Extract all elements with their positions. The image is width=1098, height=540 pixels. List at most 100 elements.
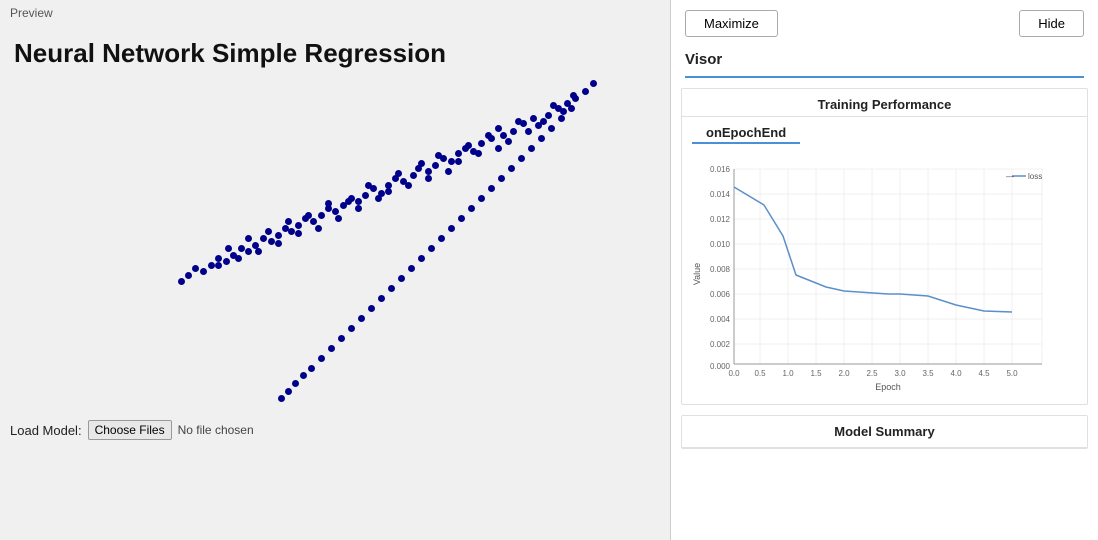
model-summary-section: Model Summary — [681, 415, 1088, 449]
scatter-dot — [548, 125, 555, 132]
scatter-dot — [185, 272, 192, 279]
scatter-dot — [255, 248, 262, 255]
scatter-dot — [498, 175, 505, 182]
scatter-dot — [415, 165, 422, 172]
svg-text:0.008: 0.008 — [710, 265, 731, 274]
scatter-dot — [535, 122, 542, 129]
scatter-dot — [475, 150, 482, 157]
scatter-dot — [505, 138, 512, 145]
scatter-dot — [590, 80, 597, 87]
scatter-dot — [332, 208, 339, 215]
scatter-dot — [395, 170, 402, 177]
svg-text:5.0: 5.0 — [1006, 369, 1018, 378]
svg-text:1.0: 1.0 — [782, 369, 794, 378]
scatter-dot — [408, 265, 415, 272]
scatter-dot — [568, 105, 575, 112]
scatter-dot — [318, 355, 325, 362]
scatter-dot — [385, 188, 392, 195]
maximize-button[interactable]: Maximize — [685, 10, 778, 37]
scatter-dot — [488, 185, 495, 192]
scatter-dot — [295, 230, 302, 237]
hide-button[interactable]: Hide — [1019, 10, 1084, 37]
scatter-dot — [348, 325, 355, 332]
preview-label: Preview — [10, 6, 53, 20]
scatter-dot — [478, 195, 485, 202]
scatter-dot — [238, 245, 245, 252]
scatter-dot — [545, 112, 552, 119]
svg-text:0.006: 0.006 — [710, 290, 731, 299]
scatter-dot — [550, 102, 557, 109]
scatter-dot — [278, 395, 285, 402]
scatter-dot — [275, 240, 282, 247]
scatter-dot — [508, 165, 515, 172]
svg-text:0.002: 0.002 — [710, 340, 731, 349]
scatter-dot — [245, 248, 252, 255]
scatter-dot — [355, 205, 362, 212]
scatter-dot — [362, 192, 369, 199]
svg-text:3.0: 3.0 — [894, 369, 906, 378]
scatter-dot — [365, 182, 372, 189]
svg-text:4.5: 4.5 — [978, 369, 990, 378]
scatter-dot — [405, 182, 412, 189]
scatter-dot — [178, 278, 185, 285]
scatter-dot — [315, 225, 322, 232]
svg-text:3.5: 3.5 — [922, 369, 934, 378]
scatter-dot — [432, 162, 439, 169]
scatter-dot — [455, 158, 462, 165]
chart-container: 0.000 0.002 0.004 0.006 0.008 0.010 0.01… — [682, 150, 1087, 404]
scatter-dot — [448, 158, 455, 165]
scatter-dot — [515, 118, 522, 125]
scatter-dot — [528, 145, 535, 152]
scatter-dot — [300, 372, 307, 379]
scatter-dot — [560, 108, 567, 115]
scatter-dot — [428, 245, 435, 252]
model-summary-title: Model Summary — [682, 416, 1087, 448]
scatter-dot — [458, 215, 465, 222]
training-chart: 0.000 0.002 0.004 0.006 0.008 0.010 0.01… — [692, 154, 1062, 394]
svg-text:0.5: 0.5 — [754, 369, 766, 378]
scatter-dot — [288, 228, 295, 235]
scatter-dot — [305, 212, 312, 219]
scatter-dot — [282, 225, 289, 232]
scatter-dot — [295, 222, 302, 229]
svg-text:0.004: 0.004 — [710, 315, 731, 324]
scatter-dot — [410, 172, 417, 179]
scatter-dot — [192, 265, 199, 272]
scatter-dot — [318, 212, 325, 219]
scatter-dot — [358, 315, 365, 322]
scatter-dot — [435, 152, 442, 159]
scatter-dot — [245, 235, 252, 242]
svg-text:0.014: 0.014 — [710, 190, 731, 199]
scatter-dot — [495, 145, 502, 152]
training-performance-section: Training Performance onEpochEnd — [681, 88, 1088, 405]
scatter-dot — [582, 88, 589, 95]
scatter-plot — [10, 70, 660, 410]
training-performance-title: Training Performance — [682, 89, 1087, 117]
scatter-dot — [275, 232, 282, 239]
scatter-dot — [338, 335, 345, 342]
scatter-dot — [223, 258, 230, 265]
scatter-dot — [455, 150, 462, 157]
scatter-dot — [310, 218, 317, 225]
right-panel: Maximize Hide Visor Training Performance… — [670, 0, 1098, 540]
scatter-dot — [325, 200, 332, 207]
svg-text:0.012: 0.012 — [710, 215, 731, 224]
svg-text:2.0: 2.0 — [838, 369, 850, 378]
scatter-dot — [268, 238, 275, 245]
scatter-dot — [570, 92, 577, 99]
choose-files-button[interactable]: Choose Files — [88, 420, 172, 440]
svg-text:Value: Value — [692, 263, 702, 285]
scatter-dot — [425, 168, 432, 175]
scatter-dot — [265, 228, 272, 235]
scatter-dot — [485, 132, 492, 139]
scatter-dot — [388, 285, 395, 292]
svg-text:1.5: 1.5 — [810, 369, 822, 378]
scatter-dot — [448, 225, 455, 232]
scatter-dot — [355, 198, 362, 205]
scatter-dot — [510, 128, 517, 135]
visor-label: Visor — [671, 47, 1098, 76]
scatter-dot — [215, 262, 222, 269]
scatter-dot — [375, 195, 382, 202]
left-panel: Preview Neural Network Simple Regression… — [0, 0, 670, 540]
scatter-dot — [525, 128, 532, 135]
